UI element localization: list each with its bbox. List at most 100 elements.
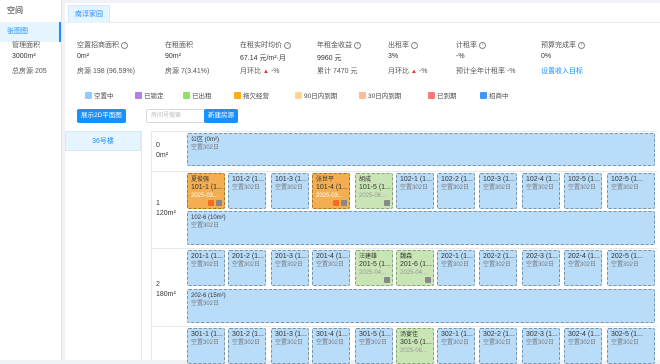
room-search-input[interactable]: 房间号搜索 xyxy=(146,109,206,123)
room-public-0[interactable]: 公区 (0m²) 空置302日 xyxy=(187,133,655,166)
room-301-5[interactable]: 301-5 (1... 空置302日 xyxy=(355,328,393,364)
room-201-5[interactable]: 汪建雄 201-5 (1... 2025-04... xyxy=(355,250,393,286)
contract-icon xyxy=(425,277,431,283)
legend-label: 已到期 xyxy=(437,93,457,100)
new-room-button[interactable]: 新建房源 xyxy=(204,109,238,123)
room-title: 302-2 (1... xyxy=(483,331,515,338)
room-201-6[interactable]: 魏森 201-6 (1... 2025-04... xyxy=(396,250,434,286)
room-title: 301-5 (1... xyxy=(359,331,391,338)
room-title: 102-5 (1... xyxy=(611,176,643,183)
room-102-3[interactable]: 102-3 (1... 空置302日 xyxy=(479,173,517,209)
room-101-1[interactable]: 夏俊强 101-1 (1... 2025-03... xyxy=(187,173,225,209)
room-202-1[interactable]: 202-1 (1... 空置302日 xyxy=(437,250,475,286)
help-icon[interactable]: ? xyxy=(577,41,585,49)
room-302-3[interactable]: 302-3 (1... 空置302日 xyxy=(522,328,560,364)
room-title: 101-2 (1... xyxy=(232,176,264,183)
room-101-2[interactable]: 101-2 (1... 空置302日 xyxy=(228,173,266,209)
room-301-6[interactable]: 汤宴佳 301-6 (1... 2025-06... xyxy=(396,328,434,364)
legend-swatch xyxy=(428,92,435,99)
legend-swatch xyxy=(480,92,487,99)
room-title: 202-1 (1... xyxy=(441,253,473,260)
legend-vacant[interactable]: 空置中 xyxy=(85,90,114,100)
room-title: 202-4 (1... xyxy=(568,253,600,260)
room-201-2[interactable]: 201-2 (1... 空置302日 xyxy=(228,250,266,286)
room-tenant: 胡成 xyxy=(359,177,372,183)
floor-1-label: 1 120m² xyxy=(156,199,186,219)
room-301-2[interactable]: 301-2 (1... 空置302日 xyxy=(228,328,266,364)
legend-due-30[interactable]: 30日内到期 xyxy=(359,90,401,100)
room-202-5[interactable]: 202-5 (1... 空置302日 xyxy=(607,250,655,286)
legend-expired[interactable]: 已到期 xyxy=(428,90,457,100)
room-301-1[interactable]: 301-1 (1... 空置302日 xyxy=(187,328,225,364)
help-icon[interactable]: ? xyxy=(478,41,486,49)
stat-avg-price: 在租实时均价 ? 67.14 元/m²·月 月环比 ▲ -% xyxy=(240,40,291,79)
room-302-2[interactable]: 302-2 (1... 空置302日 xyxy=(479,328,517,364)
room-201-1[interactable]: 201-1 (1... 空置302日 xyxy=(187,250,225,286)
legend-arrears[interactable]: 拖欠经营 xyxy=(234,90,269,100)
room-title: 301-2 (1... xyxy=(232,331,264,338)
stat-value: 3% xyxy=(388,53,399,60)
room-101-3[interactable]: 101-3 (1... 空置302日 xyxy=(271,173,309,209)
stat-occupancy: 出租率 ? 3% 月环比 ▲ -% xyxy=(388,40,427,79)
room-202-4[interactable]: 202-4 (1... 空置302日 xyxy=(564,250,602,286)
room-102-6[interactable]: 102-6 (10m²) 空置302日 xyxy=(187,211,655,245)
help-icon[interactable]: ? xyxy=(283,41,291,49)
help-icon[interactable]: ? xyxy=(410,41,418,49)
stat-sub: 月环比 xyxy=(240,68,261,75)
room-302-5[interactable]: 302-5 (1... 空置302日 xyxy=(607,328,655,364)
help-icon[interactable]: ? xyxy=(353,41,361,49)
help-icon[interactable]: ? xyxy=(120,41,128,49)
room-102-1[interactable]: 102-1 (1... 空置302日 xyxy=(396,173,434,209)
room-102-2[interactable]: 102-2 (1... 空置302日 xyxy=(437,173,475,209)
room-102-5[interactable]: 102-5 (1... 空置302日 xyxy=(564,173,602,209)
room-301-3[interactable]: 301-3 (1... 空置302日 xyxy=(271,328,309,364)
contract-icon xyxy=(341,200,347,206)
legend-rented[interactable]: 已出租 xyxy=(183,90,212,100)
sidebar-item-map[interactable]: 张图图 xyxy=(0,22,61,42)
tab-project[interactable]: 南淳家园 xyxy=(68,5,110,23)
alert-icon xyxy=(208,200,214,206)
room-102-4[interactable]: 102-4 (1... 空置302日 xyxy=(522,173,560,209)
room-201-4[interactable]: 201-4 (1... 空置302日 xyxy=(312,250,350,286)
legend-label: 招商中 xyxy=(489,93,509,100)
room-title: 公区 (0m²) xyxy=(191,137,219,143)
show-2d-plan-button[interactable]: 展示2D平面图 xyxy=(77,109,126,123)
room-status: 空置302日 xyxy=(359,340,388,346)
room-302-1[interactable]: 302-1 (1... 空置302日 xyxy=(437,328,475,364)
room-status: 空置302日 xyxy=(441,185,470,191)
room-title: 301-1 (1... xyxy=(191,331,223,338)
room-title: 102-1 (1... xyxy=(400,176,432,183)
room-tenant: 魏森 xyxy=(400,254,413,260)
room-tenant: 张世平 xyxy=(316,177,335,183)
stat-label: 空置招商面积 xyxy=(77,42,119,49)
room-status: 空置302日 xyxy=(568,262,597,268)
room-201-3[interactable]: 201-3 (1... 空置302日 xyxy=(271,250,309,286)
room-title: 202-5 (1... xyxy=(611,253,643,260)
room-302-4[interactable]: 302-4 (1... 空置302日 xyxy=(564,328,602,364)
stat-sub-value: -% xyxy=(418,68,428,75)
floor-area: 180m² xyxy=(156,291,176,298)
room-date: 2025-03... xyxy=(191,193,219,199)
stat-billing-rate: 计租率 ? -% 预计全年计租率 -% xyxy=(456,40,516,79)
floor-2-label: 2 180m² xyxy=(156,280,186,300)
room-title: 301-3 (1... xyxy=(275,331,307,338)
room-202-3[interactable]: 202-3 (1... 空置302日 xyxy=(522,250,560,286)
floor-grid: 0 0m² 公区 (0m²) 空置302日 1 120m² 夏俊强 101-1 (1..… xyxy=(151,131,657,364)
room-status: 空置302日 xyxy=(191,145,220,151)
room-status: 空置302日 xyxy=(275,185,304,191)
set-income-target-link[interactable]: 设置收入目标 xyxy=(541,66,585,79)
stat-sub: 预计全年计租率 -% xyxy=(456,68,516,75)
building-item[interactable]: 36号楼 xyxy=(65,131,141,151)
room-date: 2025-06... xyxy=(400,348,428,354)
room-202-6[interactable]: 202-6 (15m²) 空置302日 xyxy=(187,289,655,323)
legend-due-90[interactable]: 90日内到期 xyxy=(295,90,337,100)
room-title: 302-1 (1... xyxy=(441,331,473,338)
legend-leasing[interactable]: 招商中 xyxy=(480,90,509,100)
room-101-4[interactable]: 张世平 101-4 (1... 2025-03... xyxy=(312,173,350,209)
room-102-5b[interactable]: 102-5 (1... 空置302日 xyxy=(607,173,655,209)
room-101-5[interactable]: 胡成 101-5 (1... 2025-06... xyxy=(355,173,393,209)
room-202-2[interactable]: 202-2 (1... 空置302日 xyxy=(479,250,517,286)
legend-locked[interactable]: 已锁定 xyxy=(135,90,164,100)
stat-label: 预算完成率 xyxy=(541,42,576,49)
room-301-4[interactable]: 301-4 (1... 空置302日 xyxy=(312,328,350,364)
